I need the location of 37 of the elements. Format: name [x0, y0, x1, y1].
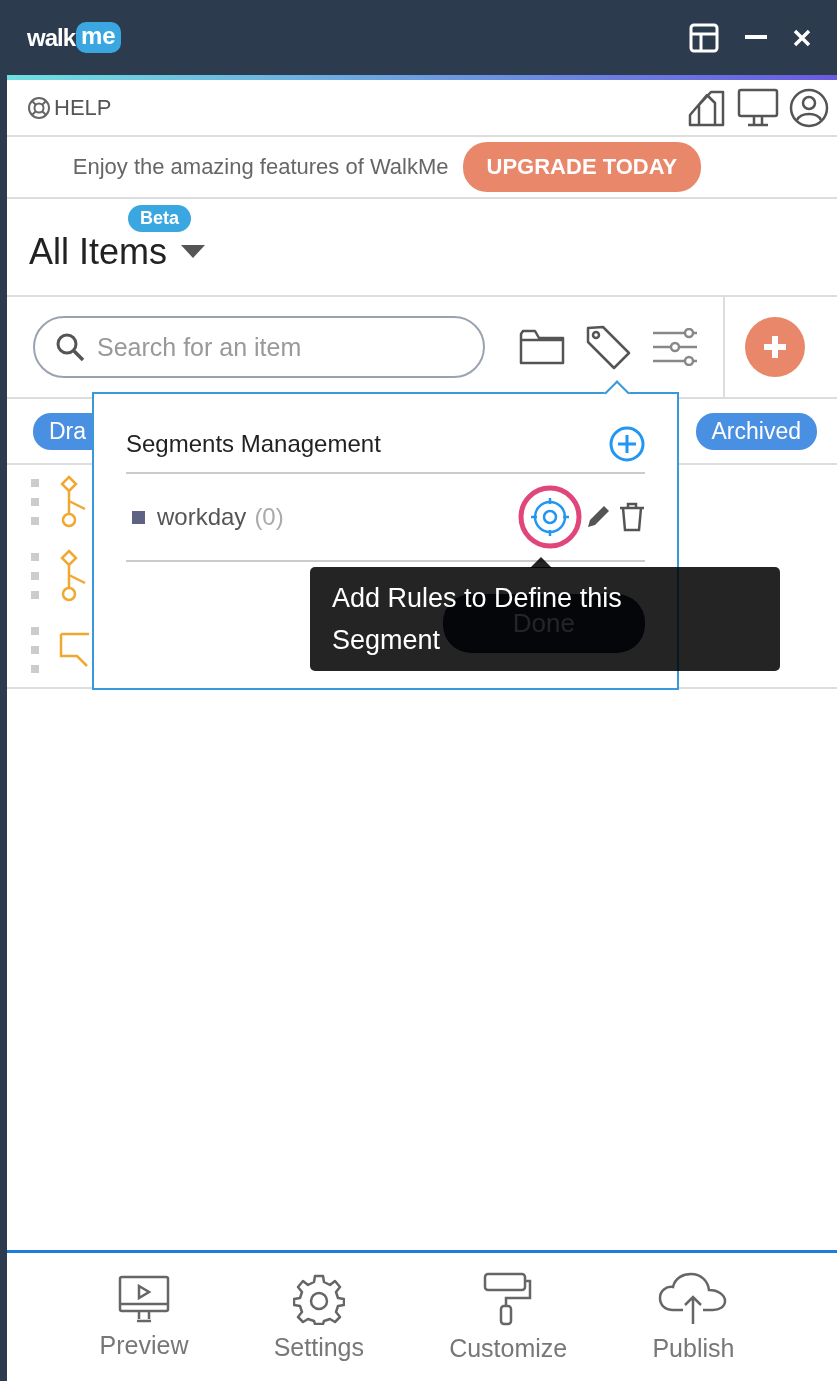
monitor-play-icon [117, 1274, 172, 1323]
caret-icon [181, 245, 206, 259]
minimize-icon[interactable] [745, 34, 767, 41]
logo: walk me [27, 22, 121, 53]
monitor-icon[interactable] [737, 87, 779, 128]
beta-badge: Beta [128, 205, 191, 232]
add-segment-icon[interactable] [609, 426, 645, 462]
drag-handle-icon[interactable] [31, 553, 39, 599]
segment-name[interactable]: workday [157, 503, 247, 531]
view-dropdown[interactable]: All Items [29, 231, 206, 273]
target-icon[interactable] [517, 484, 583, 550]
trash-icon[interactable] [619, 502, 645, 532]
settings-icon [292, 1272, 345, 1325]
swatches-icon[interactable] [687, 88, 727, 127]
nav-button[interactable]: Publish [652, 1271, 735, 1363]
lifebuoy-icon [27, 95, 51, 120]
layout-icon[interactable] [689, 22, 719, 53]
nav-button[interactable]: Customize [449, 1271, 568, 1363]
drag-handle-icon[interactable] [31, 479, 39, 525]
tag-icon[interactable] [585, 324, 631, 370]
nav-button[interactable]: Preview [99, 1274, 189, 1360]
upgrade-button[interactable]: UPGRADE TODAY [462, 142, 702, 192]
segment-count: (0) [254, 503, 284, 531]
sliders-icon[interactable] [651, 328, 697, 366]
filter-chip[interactable]: Archived [695, 412, 817, 450]
help-button[interactable]: HELP [27, 94, 112, 121]
close-icon[interactable] [793, 28, 811, 47]
search-icon [55, 332, 85, 362]
folder-icon[interactable] [519, 328, 565, 366]
edit-icon[interactable] [585, 504, 611, 530]
drag-handle-icon[interactable] [31, 627, 39, 673]
search-field[interactable]: Search for an item [33, 316, 485, 378]
nav-button[interactable]: Settings [273, 1272, 364, 1362]
plus-icon [762, 334, 788, 360]
user-icon[interactable] [789, 87, 829, 128]
add-button[interactable] [745, 317, 805, 377]
promo-text: Enjoy the amazing features of WalkMe [72, 154, 449, 180]
